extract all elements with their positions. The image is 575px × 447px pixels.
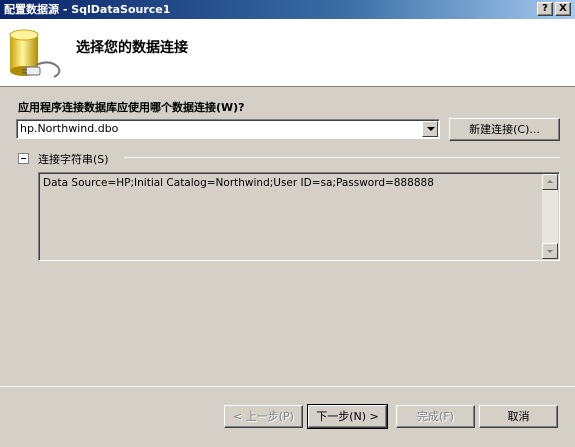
chevron-down-icon[interactable] <box>422 121 438 137</box>
finish-button[interactable]: 完成(F) <box>396 405 475 428</box>
connection-prompt-label: 应用程序连接数据库应使用哪个数据连接(W)? <box>18 101 245 114</box>
scroll-down-icon[interactable] <box>542 243 558 259</box>
database-icon <box>9 29 61 78</box>
collapse-toggle-icon[interactable] <box>18 153 29 164</box>
next-button[interactable]: 下一步(N) > <box>307 404 388 429</box>
new-connection-button[interactable]: 新建连接(C)... <box>449 118 560 141</box>
connection-select-value: hp.Northwind.dbo <box>20 122 119 135</box>
cancel-button[interactable]: 取消 <box>479 405 558 428</box>
wizard-header: 选择您的数据连接 <box>0 19 575 87</box>
group-divider <box>124 157 560 158</box>
previous-button[interactable]: < 上一步(P) <box>224 405 303 428</box>
vertical-scrollbar[interactable] <box>542 174 558 259</box>
help-button[interactable]: ? <box>537 2 553 16</box>
scroll-up-icon[interactable] <box>542 174 558 190</box>
footer-divider <box>0 386 575 387</box>
title-bar: 配置数据源 - SqlDataSource1 ? X <box>0 0 575 19</box>
window-title: 配置数据源 - SqlDataSource1 <box>4 3 171 16</box>
connection-select[interactable]: hp.Northwind.dbo <box>16 119 440 139</box>
connection-string-value: Data Source=HP;Initial Catalog=Northwind… <box>43 177 434 189</box>
connection-string-label: 连接字符串(S) <box>38 153 109 166</box>
connection-string-field[interactable]: Data Source=HP;Initial Catalog=Northwind… <box>38 172 560 261</box>
close-button[interactable]: X <box>555 2 571 16</box>
page-title: 选择您的数据连接 <box>76 40 188 56</box>
